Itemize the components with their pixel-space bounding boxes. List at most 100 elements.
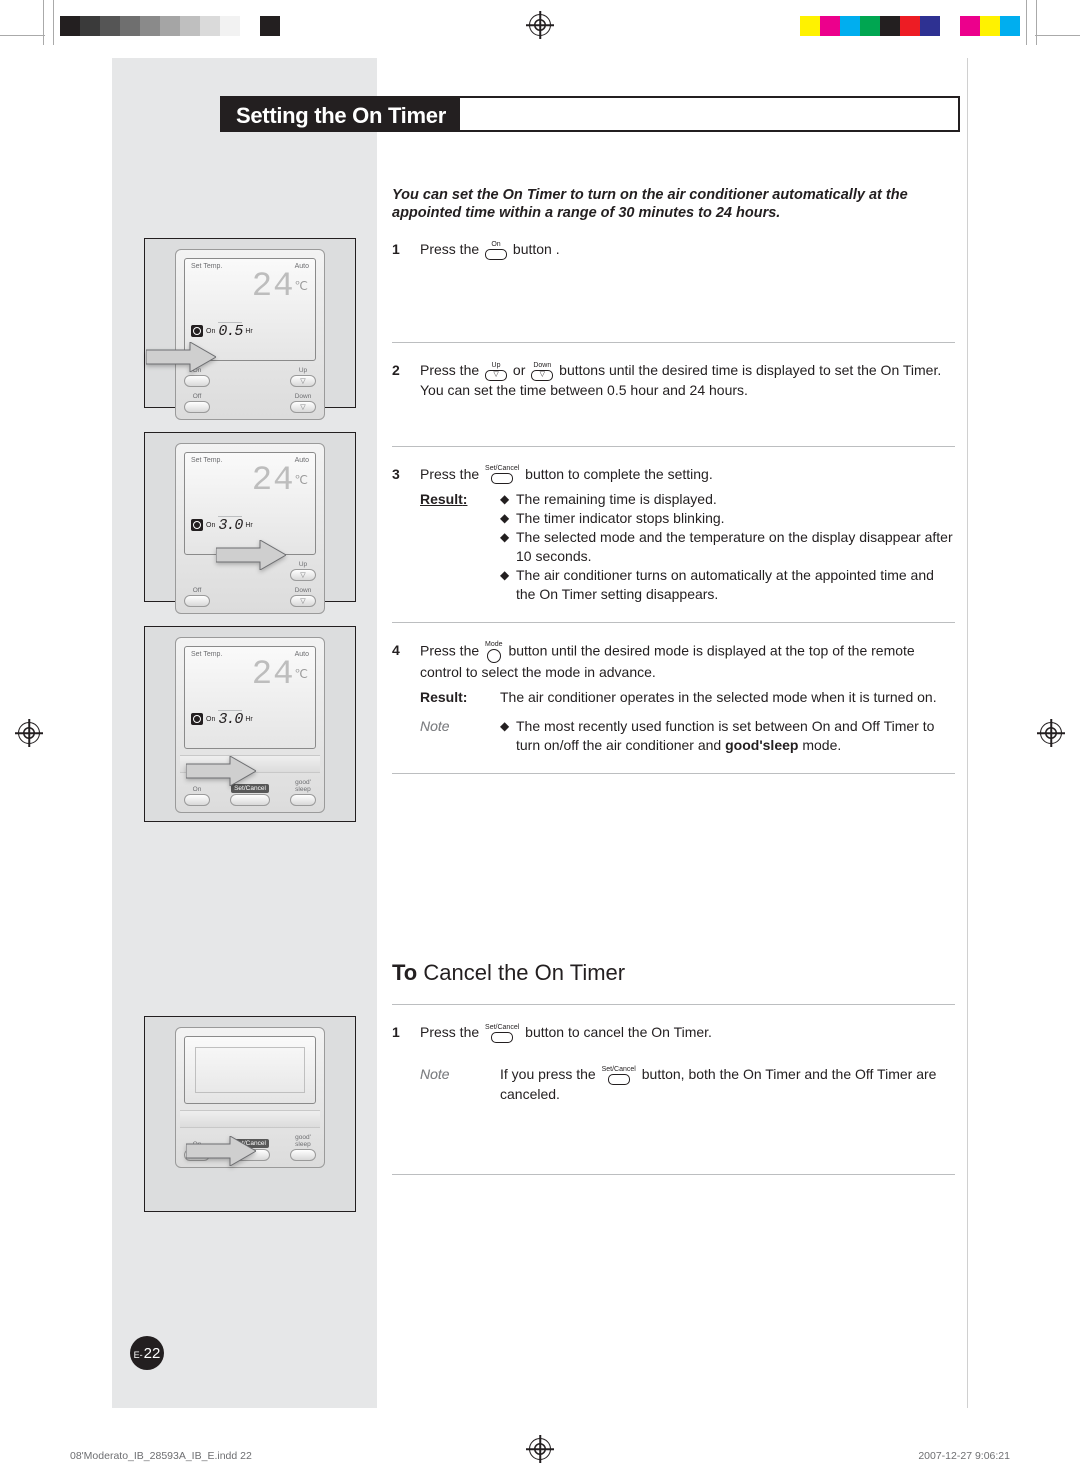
step-text: Press the: [420, 466, 483, 482]
step-number: 4: [392, 641, 406, 755]
page-sheet: Setting the On Timer Set Temp.Auto 24℃ O…: [112, 58, 968, 1408]
crop-mark: [43, 0, 44, 45]
remote-off-button: [184, 595, 210, 607]
crop-mark: [53, 0, 54, 45]
print-footer: 08'Moderato_IB_28593A_IB_E.indd 22 2007-…: [70, 1450, 1010, 1462]
lcd-unit: ℃: [295, 280, 309, 294]
divider: [392, 446, 955, 447]
pointer-arrow-icon: [146, 342, 216, 372]
step-3: 3 Press the Set/Cancel button to complet…: [392, 465, 955, 605]
note-text: If you press the Set/Cancel button, both…: [500, 1065, 955, 1104]
divider: [392, 1004, 955, 1005]
step-text: button to cancel the On Timer.: [525, 1024, 712, 1040]
step-text: button to complete the setting.: [525, 466, 713, 482]
up-button-icon: Up▽: [485, 362, 507, 381]
lcd-hr-label: Hr: [245, 522, 252, 529]
registration-mark-icon: [18, 722, 40, 744]
lcd-on-label: On: [206, 328, 215, 335]
lcd-timer-value: 0.5: [218, 322, 242, 340]
note-item: The most recently used function is set b…: [500, 717, 955, 755]
result-item: The selected mode and the temperature on…: [500, 528, 955, 566]
remote-on-button: [184, 375, 210, 387]
result-list: The remaining time is displayed. The tim…: [500, 490, 955, 604]
step-text: or: [513, 362, 529, 378]
pointer-arrow-icon: [186, 1136, 256, 1166]
figure-remote-4: On Set/Cancel good'sleep: [144, 1016, 356, 1212]
remote-off-button: [184, 401, 210, 413]
crop-mark: [0, 35, 45, 36]
figure-remote-2: Set Temp.Auto 24℃ On3.0Hr Up▽ Off Down▽: [144, 432, 356, 602]
lcd-unit: ℃: [295, 474, 309, 488]
mode-button-icon: Mode: [485, 641, 503, 663]
btn-off-label: Off: [193, 587, 202, 594]
remote-goodsleep-button: [290, 1149, 316, 1161]
step-number: 3: [392, 465, 406, 605]
figure-remote-1: Set Temp.Auto 24℃ On0.5Hr On Up▽ Off Dow…: [144, 238, 356, 408]
lcd-settemp-label: Set Temp.: [191, 263, 222, 270]
page-title-box: Setting the On Timer: [220, 96, 960, 132]
step-1: 1 Press the On button .: [392, 240, 955, 260]
crop-mark: [1035, 35, 1080, 36]
result-label: Result:: [420, 490, 472, 604]
btn-on-label: On: [193, 786, 202, 793]
remote-goodsleep-button: [290, 794, 316, 806]
result-text: The air conditioner operates in the sele…: [500, 688, 937, 707]
lcd-on-label: On: [206, 716, 215, 723]
page-number: 22: [144, 1345, 161, 1362]
color-bar-left: [60, 16, 280, 36]
crop-mark: [1026, 0, 1027, 45]
color-bar-right: [800, 16, 1020, 36]
registration-mark-icon: [529, 14, 551, 36]
step-2: 2 Press the Up▽ or Down▽ buttons until t…: [392, 361, 955, 400]
result-label: Result:: [420, 688, 472, 707]
btn-goodsleep-label-b: sleep: [295, 786, 311, 793]
step-text: Press the: [420, 643, 483, 659]
page-title: Setting the On Timer: [222, 98, 460, 130]
note-list: The most recently used function is set b…: [500, 717, 955, 755]
remote-down-button: ▽: [290, 401, 316, 413]
lcd-hr-label: Hr: [245, 328, 252, 335]
lcd-temp: 24: [252, 268, 295, 306]
lcd-hr-label: Hr: [245, 716, 252, 723]
section-heading: To Cancel the On Timer: [392, 960, 955, 986]
result-item: The air conditioner turns on automatical…: [500, 566, 955, 604]
lcd-temp: 24: [252, 462, 295, 500]
cancel-step-1: 1 Press the Set/Cancel button to cancel …: [392, 1023, 955, 1104]
lcd-settemp-label: Set Temp.: [191, 651, 222, 658]
divider: [392, 773, 955, 774]
btn-up-label: Up: [299, 561, 307, 568]
lcd-auto-label: Auto: [295, 263, 309, 270]
intro-text: You can set the On Timer to turn on the …: [392, 186, 955, 222]
lcd-unit: ℃: [295, 668, 309, 682]
step-4: 4 Press the Mode button until the desire…: [392, 641, 955, 755]
btn-off-label: Off: [193, 393, 202, 400]
page-number-badge: E-22: [130, 1336, 164, 1370]
btn-down-label: Down: [295, 393, 312, 400]
btn-goodsleep-label-a: good': [295, 779, 311, 786]
divider: [392, 622, 955, 623]
step-number: 1: [392, 240, 406, 260]
lcd-on-label: On: [206, 522, 215, 529]
page-prefix: E-: [134, 1350, 143, 1360]
note-label: Note: [420, 717, 472, 755]
setcancel-button-icon: Set/Cancel: [485, 465, 519, 484]
lcd-timer-value: 3.0: [218, 710, 242, 728]
pointer-arrow-icon: [186, 756, 256, 786]
lcd-temp: 24: [252, 656, 295, 694]
lcd-auto-label: Auto: [295, 457, 309, 464]
step-number: 2: [392, 361, 406, 400]
remote-up-button: ▽: [290, 569, 316, 581]
remote-divider: [180, 1110, 320, 1128]
remote-up-button: ▽: [290, 375, 316, 387]
clock-icon: [191, 325, 203, 337]
lcd-auto-label: Auto: [295, 651, 309, 658]
crop-mark: [1036, 0, 1037, 45]
result-item: The timer indicator stops blinking.: [500, 509, 955, 528]
step-text: button .: [513, 241, 560, 257]
divider: [392, 1174, 955, 1175]
lcd-blank: [195, 1047, 305, 1093]
btn-goodsleep-label-a: good': [295, 1134, 311, 1141]
footer-filename: 08'Moderato_IB_28593A_IB_E.indd 22: [70, 1450, 252, 1462]
lcd-settemp-label: Set Temp.: [191, 457, 222, 464]
pointer-arrow-icon: [216, 540, 286, 570]
